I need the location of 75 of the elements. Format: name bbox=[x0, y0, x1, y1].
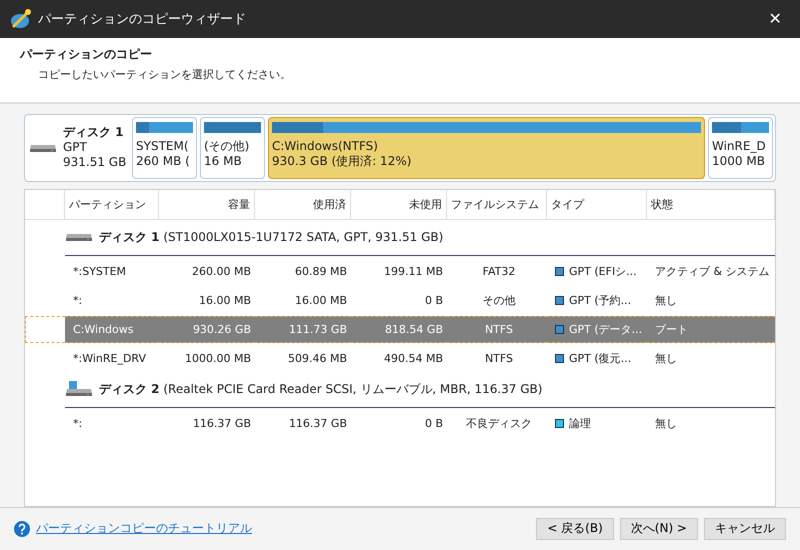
table-cell-text: アクティブ & システム bbox=[654, 264, 771, 280]
column-header[interactable]: 容量 bbox=[159, 190, 255, 219]
table-cell-text: *:SYSTEM bbox=[72, 264, 128, 280]
table-cell: 930.26 GB bbox=[159, 316, 255, 343]
table-cell: 818.54 GB bbox=[351, 316, 447, 343]
table-cell-text: 16.00 MB bbox=[294, 292, 348, 309]
type-text: GPT (EFIシ... bbox=[569, 264, 637, 279]
table-cell-text: 1000.00 MB bbox=[184, 350, 252, 367]
window-title: パーティションのコピーウィザード bbox=[38, 11, 247, 28]
column-header[interactable]: ファイルシステム bbox=[447, 190, 547, 219]
partition-block[interactable]: (その他) 16 MB bbox=[200, 116, 265, 179]
table-cell-text: その他 bbox=[482, 292, 516, 309]
table-cell-text: NTFS bbox=[484, 350, 514, 367]
partition-label: C:Windows(NTFS) bbox=[272, 138, 379, 154]
table-cell-text: 無し bbox=[654, 416, 678, 432]
partition-size: 260 MB ( bbox=[136, 154, 191, 169]
usage-bar bbox=[712, 122, 769, 133]
column-header[interactable]: 未使用 bbox=[351, 190, 447, 219]
partition-size: 930.3 GB (使用済: 12%) bbox=[272, 154, 412, 169]
column-header[interactable]: 使用済 bbox=[255, 190, 351, 219]
table-cell-text: 199.11 MB bbox=[382, 264, 444, 280]
column-header[interactable]: タイプ bbox=[547, 190, 647, 219]
table-cell-text: 260.00 MB bbox=[190, 264, 252, 280]
page-title: パーティションのコピー bbox=[20, 46, 153, 64]
disk-name: ディスク 1 bbox=[63, 125, 125, 140]
table-cell-text: FAT32 bbox=[482, 264, 516, 280]
disk-size: 931.51 GB bbox=[63, 155, 126, 170]
table-cell: C:Windows bbox=[65, 316, 159, 343]
partition-label: SYSTEM( bbox=[136, 138, 190, 154]
table-cell-text: *:WinRE_DRV bbox=[72, 350, 147, 367]
wizard-button[interactable]: キャンセル bbox=[704, 518, 786, 540]
wizard-button[interactable]: 次へ(N) > bbox=[620, 518, 698, 540]
help-icon[interactable] bbox=[14, 520, 30, 537]
table-cell-text: 490.54 MB bbox=[382, 350, 444, 367]
table-cell-text: 0 B bbox=[424, 292, 444, 309]
usage-bar bbox=[136, 122, 193, 133]
table-cell-text: 116.37 GB bbox=[288, 416, 348, 432]
table-cell-text: 無し bbox=[654, 350, 678, 367]
table-cell-text: 60.89 MB bbox=[294, 264, 348, 280]
type-text: 論理 bbox=[569, 416, 591, 431]
usb-drive-icon bbox=[65, 381, 93, 398]
partition-size: 1000 MB bbox=[712, 154, 766, 169]
partition-block[interactable]: C:Windows(NTFS) 930.3 GB (使用済: 12%) bbox=[268, 116, 705, 179]
partition-block[interactable]: SYSTEM( 260 MB ( bbox=[132, 116, 197, 179]
page-subtitle: コピーしたいパーティションを選択してください。 bbox=[37, 67, 292, 82]
table-cell: ブート bbox=[647, 316, 775, 343]
table-cell: NTFS bbox=[447, 316, 547, 343]
tutorial-link[interactable]: パーティションコピーのチュートリアル bbox=[36, 520, 530, 538]
partition-label: (その他) bbox=[204, 138, 250, 154]
table-cell-text: *: bbox=[72, 416, 84, 432]
table-cell-text: 無し bbox=[654, 292, 678, 309]
hard-drive-icon bbox=[65, 233, 93, 242]
disk-style: GPT bbox=[63, 140, 88, 156]
type-text: GPT (復元... bbox=[569, 350, 632, 366]
wizard-button[interactable]: < 戻る(B) bbox=[536, 518, 614, 540]
table-cell-text: 16.00 MB bbox=[198, 292, 252, 309]
wand-icon bbox=[10, 8, 32, 30]
table-cell-text: 509.46 MB bbox=[286, 350, 348, 367]
usage-bar bbox=[204, 122, 261, 133]
hard-drive-icon bbox=[29, 144, 57, 152]
type-text: GPT (予約... bbox=[569, 292, 632, 308]
table-cell-text: 不良ディスク bbox=[465, 416, 533, 432]
partition-block[interactable]: WinRE_D 1000 MB bbox=[708, 116, 773, 179]
table-cell-text: 0 B bbox=[424, 416, 444, 432]
close-button[interactable]: ✕ bbox=[760, 4, 790, 34]
column-header[interactable]: パーティション bbox=[65, 190, 159, 219]
disk-row-label[interactable]: ディスク 2 (Realtek PCIE Card Reader SCSI, リムーバブル, MBR, 116.37 GB) bbox=[99, 380, 542, 398]
table-cell-text: 116.37 GB bbox=[192, 416, 252, 432]
disk-row-label[interactable]: ディスク 1 (ST1000LX015-1U7172 SATA, GPT, 931.51 GB) bbox=[99, 228, 444, 246]
table-cell: 111.73 GB bbox=[255, 316, 351, 343]
column-header[interactable]: 状態 bbox=[647, 190, 775, 219]
type-text: GPT (データ... bbox=[569, 322, 642, 337]
partition-label: WinRE_D bbox=[712, 138, 767, 154]
table-cell-text: *: bbox=[72, 292, 84, 309]
partition-size: 16 MB bbox=[204, 154, 243, 169]
